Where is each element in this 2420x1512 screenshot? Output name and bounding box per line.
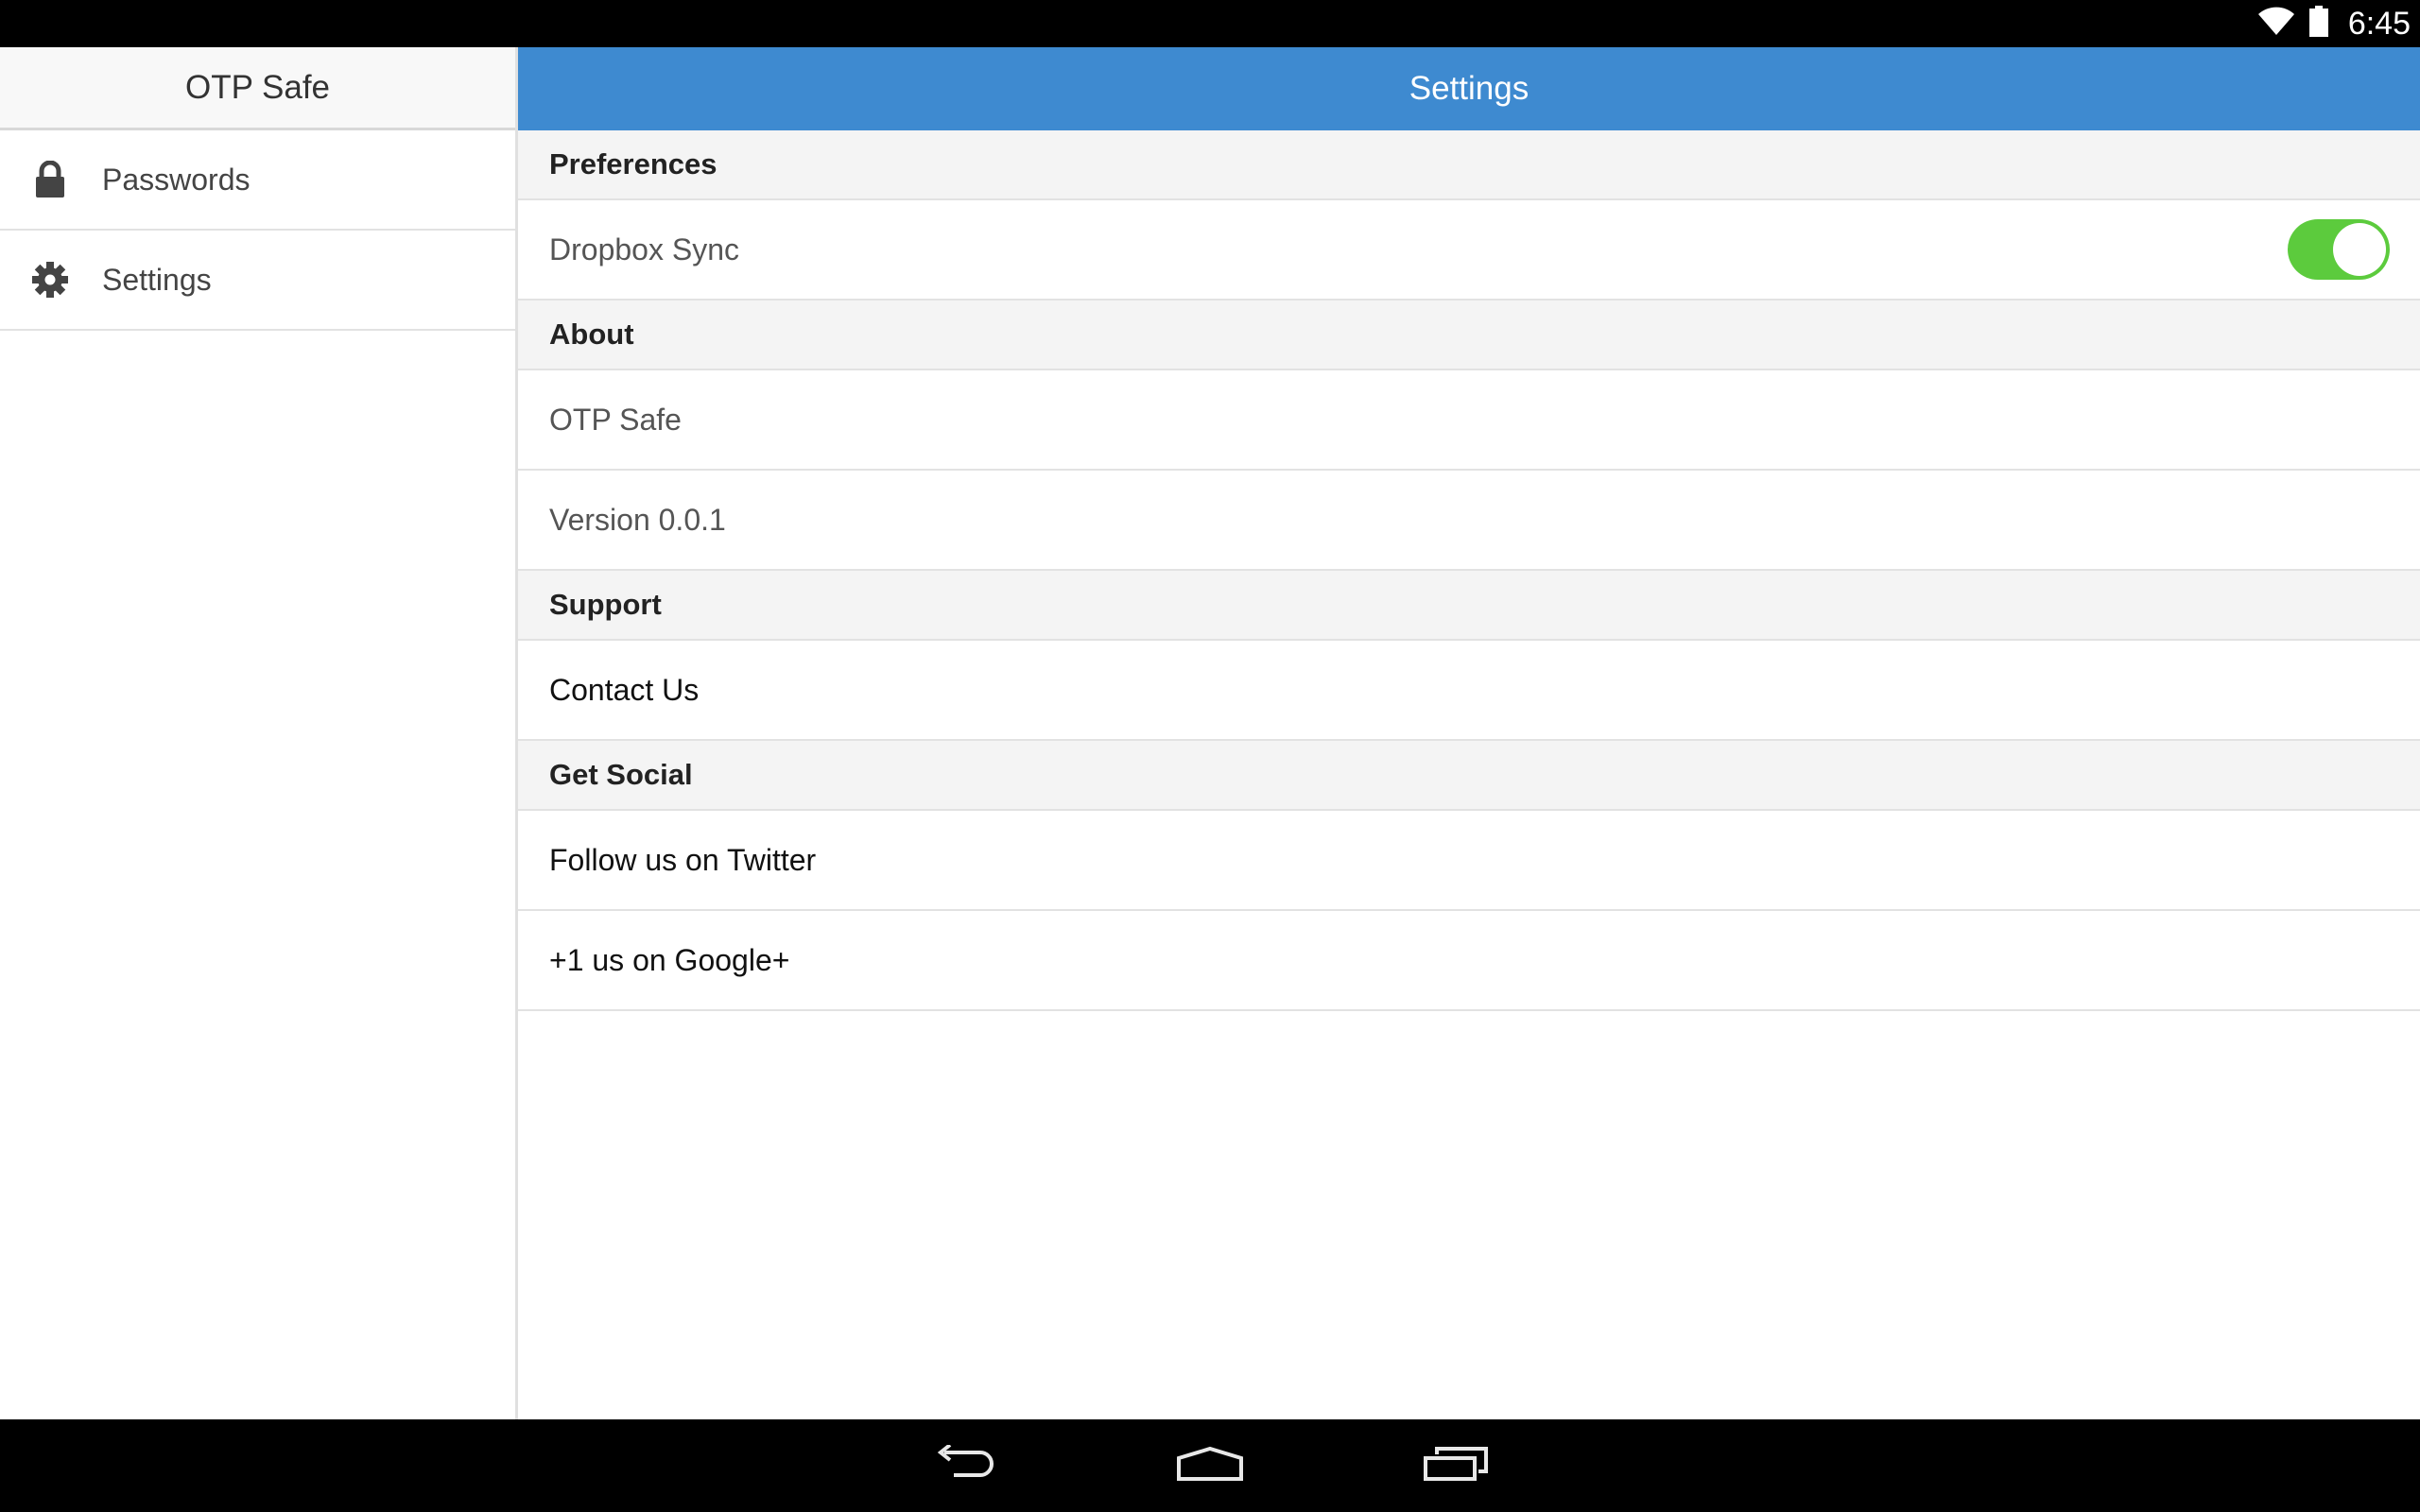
section-header-support: Support: [518, 571, 2420, 641]
sidebar-item-label: Passwords: [102, 162, 251, 197]
dropbox-sync-toggle[interactable]: [2288, 219, 2390, 280]
sidebar-item-label: Settings: [102, 262, 212, 297]
page-title: Settings: [518, 47, 2420, 130]
back-icon: [931, 1442, 997, 1487]
dropbox-sync-label: Dropbox Sync: [549, 232, 739, 266]
contact-us-label: Contact Us: [549, 672, 700, 707]
toggle-knob: [2333, 223, 2386, 276]
clock: 6:45: [2347, 5, 2411, 42]
battery-icon: [2308, 5, 2329, 43]
status-bar: 6:45: [0, 0, 2420, 47]
google-plus-row[interactable]: +1 us on Google+: [518, 911, 2420, 1011]
home-icon: [1175, 1445, 1245, 1487]
contact-us-row[interactable]: Contact Us: [518, 641, 2420, 741]
google-plus-label: +1 us on Google+: [549, 942, 790, 977]
gear-icon: [0, 261, 102, 299]
settings-panel: Settings Preferences Dropbox Sync About …: [518, 47, 2420, 1419]
home-button[interactable]: [1172, 1437, 1248, 1494]
sidebar-item-passwords[interactable]: Passwords: [0, 130, 515, 231]
section-header-about: About: [518, 301, 2420, 370]
sidebar-item-settings[interactable]: Settings: [0, 231, 515, 331]
lock-icon: [0, 161, 102, 198]
sidebar: OTP Safe Passwords Settings: [0, 47, 518, 1419]
version-label: Version 0.0.1: [549, 502, 726, 537]
recent-apps-button[interactable]: [1418, 1437, 1494, 1494]
section-header-get-social: Get Social: [518, 741, 2420, 811]
section-header-preferences: Preferences: [518, 130, 2420, 200]
twitter-label: Follow us on Twitter: [549, 842, 817, 877]
about-version-row: Version 0.0.1: [518, 471, 2420, 571]
app-name-label: OTP Safe: [549, 402, 682, 437]
sidebar-title: OTP Safe: [0, 47, 515, 130]
about-app-name-row: OTP Safe: [518, 370, 2420, 471]
twitter-row[interactable]: Follow us on Twitter: [518, 811, 2420, 911]
navigation-bar: [0, 1419, 2420, 1512]
app-window: OTP Safe Passwords Settings Settings Pre…: [0, 47, 2420, 1419]
recent-apps-icon: [1422, 1445, 1490, 1487]
back-button[interactable]: [926, 1437, 1002, 1494]
wifi-icon: [2257, 7, 2295, 42]
dropbox-sync-row[interactable]: Dropbox Sync: [518, 200, 2420, 301]
